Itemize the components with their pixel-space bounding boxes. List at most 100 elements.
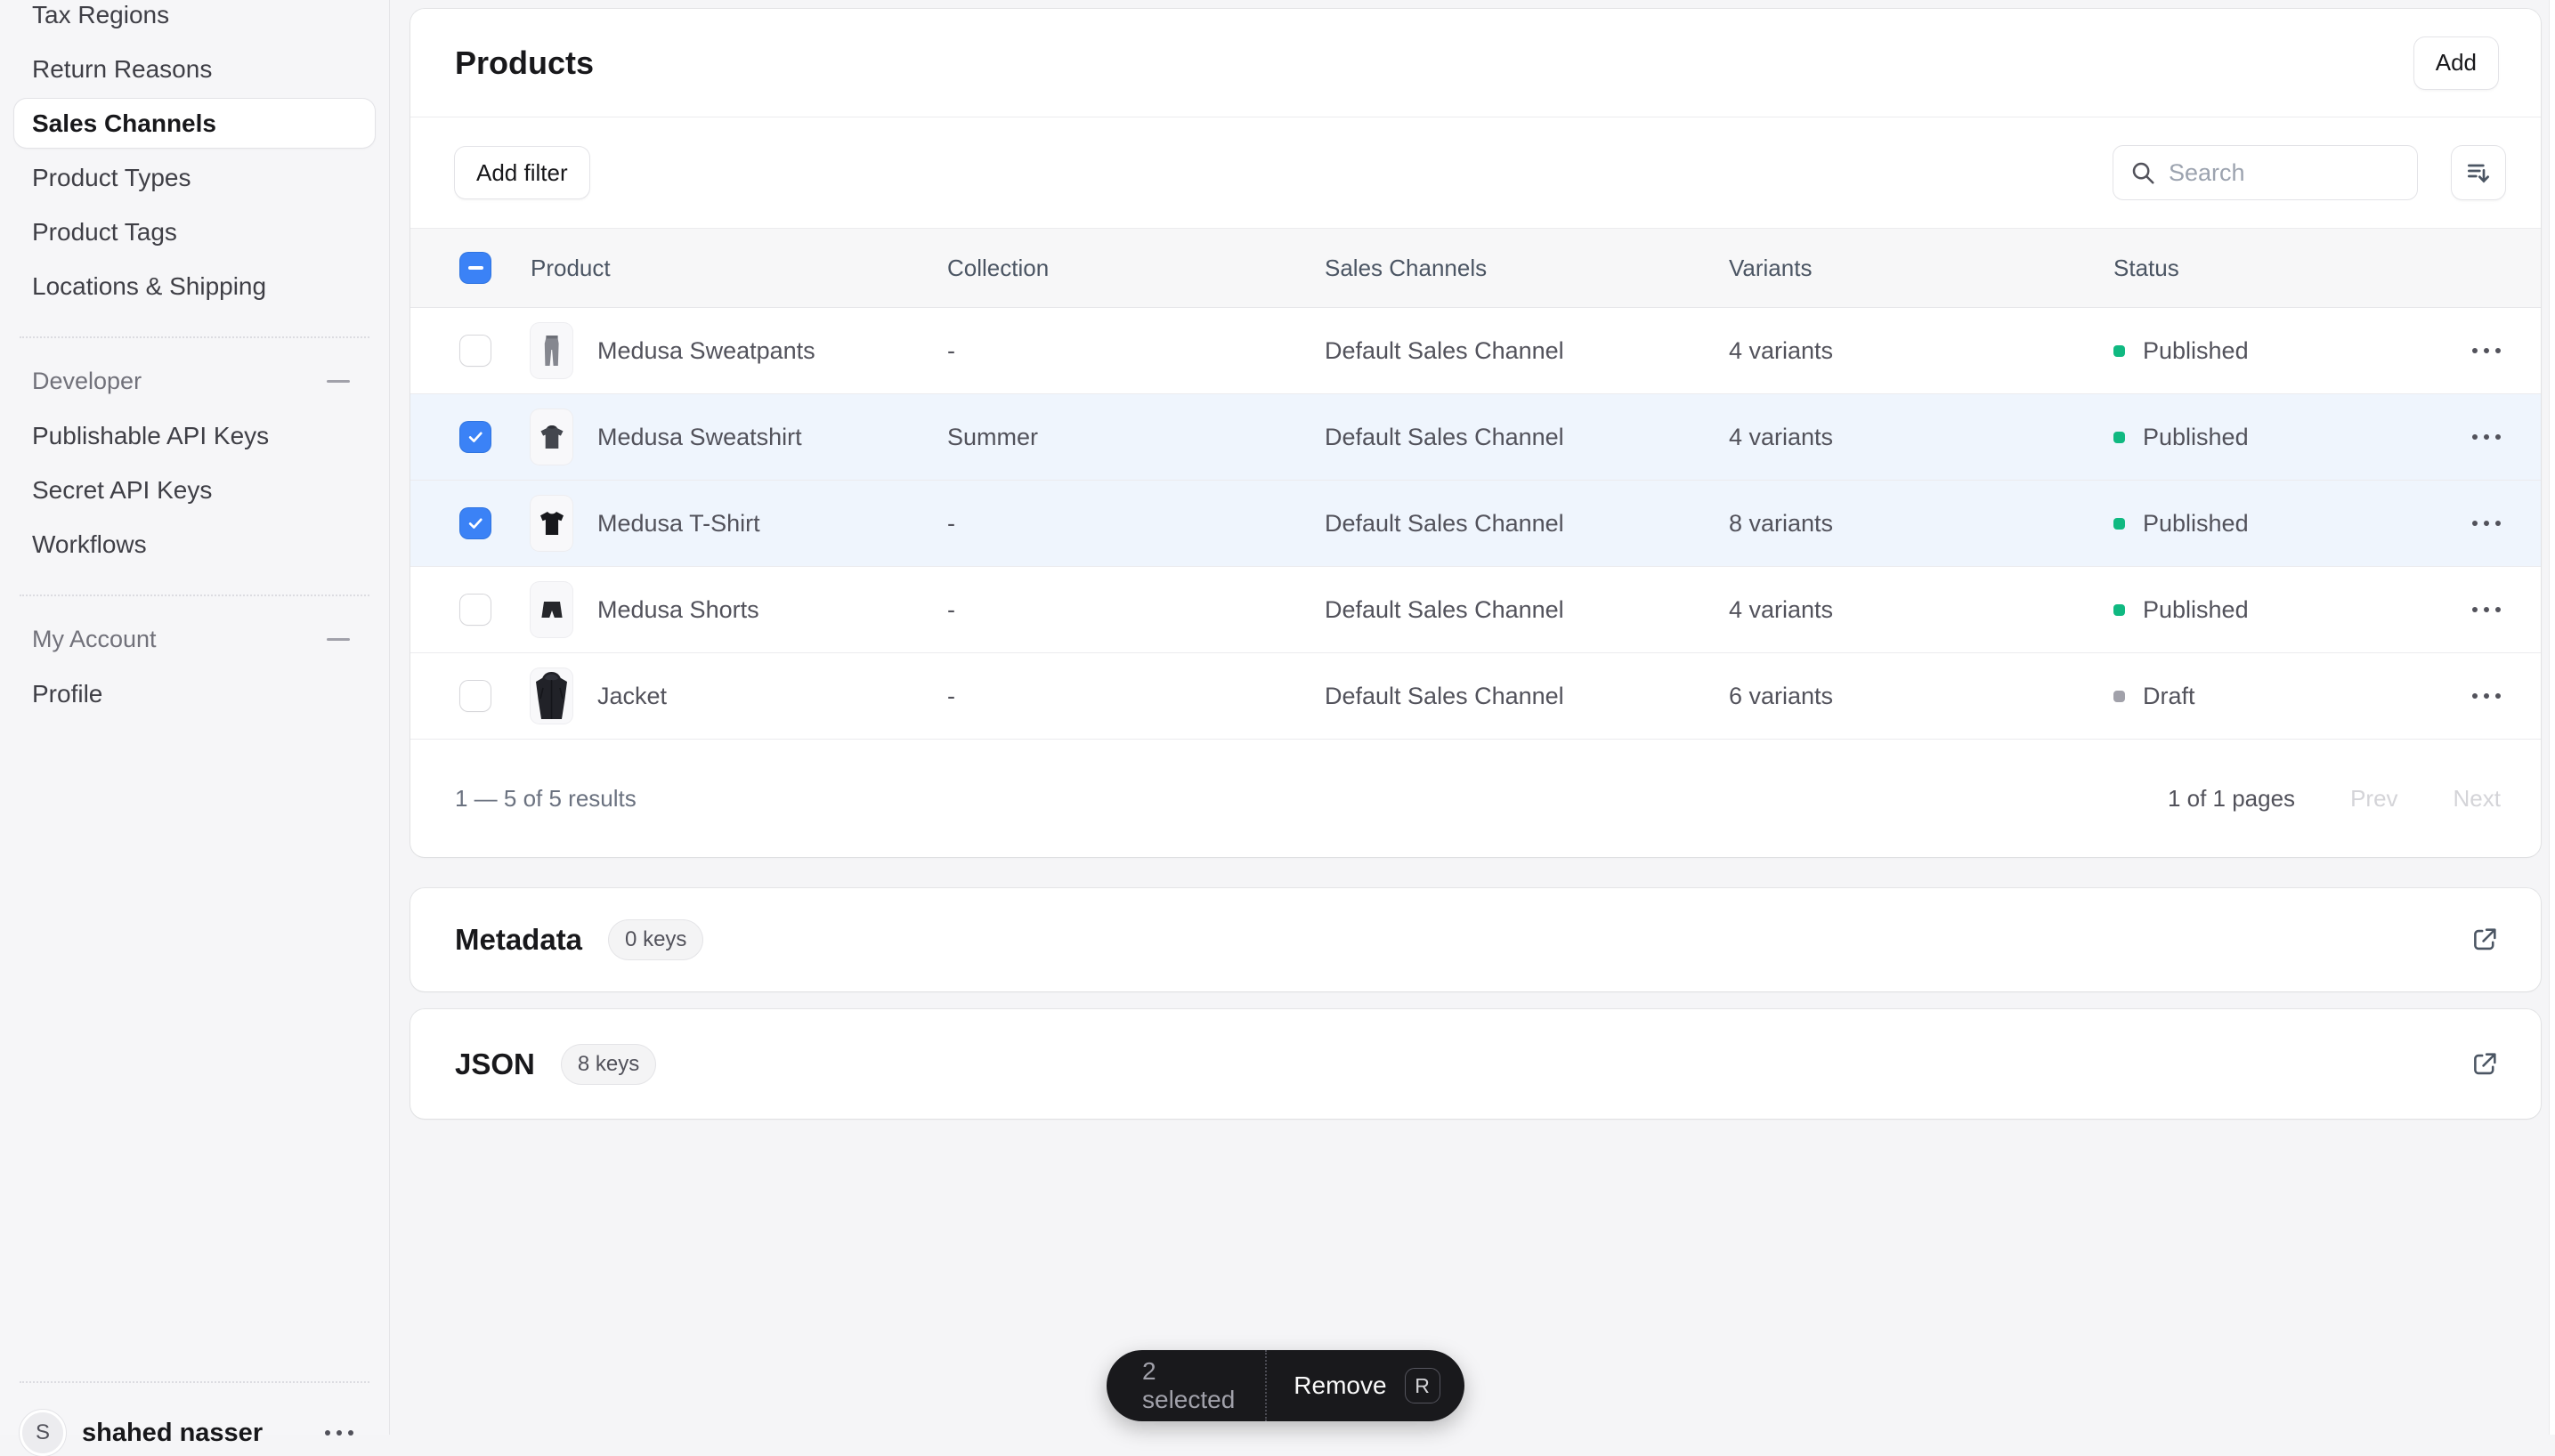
- add-product-button[interactable]: Add: [2414, 37, 2498, 89]
- add-filter-button[interactable]: Add filter: [455, 147, 589, 198]
- sidebar-section-my-account: My Account Profile: [0, 612, 389, 721]
- product-name: Medusa Shorts: [597, 596, 759, 624]
- search-input[interactable]: [2169, 159, 2401, 187]
- sidebar-section-developer: Developer Publishable API KeysSecret API…: [0, 354, 389, 571]
- sidebar-section-items-my-account: Profile: [0, 667, 389, 721]
- collection-cell: -: [947, 337, 1325, 365]
- ellipsis-icon: [2472, 434, 2501, 440]
- selection-bar: 2 selected Remove R: [1107, 1350, 1464, 1421]
- product-thumbnail: [531, 323, 572, 378]
- table-row[interactable]: Jacket - Default Sales Channel 6 variant…: [410, 653, 2541, 740]
- sidebar-item-workflows[interactable]: Workflows: [0, 517, 389, 571]
- sort-button[interactable]: [2452, 146, 2505, 199]
- variants-cell: 4 variants: [1729, 337, 2113, 365]
- collection-cell: Summer: [947, 424, 1325, 451]
- sweatpants-image: [540, 335, 564, 367]
- sort-descending-icon: [2464, 158, 2493, 187]
- column-header-sales-channels: Sales Channels: [1325, 255, 1729, 282]
- product-thumbnail: [531, 668, 572, 724]
- sidebar-item-product-types[interactable]: Product Types: [0, 150, 389, 205]
- status-label: Published: [2143, 510, 2249, 538]
- column-header-status: Status: [2113, 255, 2403, 282]
- scrollbar-track[interactable]: [2549, 0, 2555, 1435]
- product-thumbnail: [531, 409, 572, 465]
- json-keys-badge: 8 keys: [562, 1045, 655, 1084]
- ellipsis-icon: [2472, 348, 2501, 353]
- sidebar-section-items-developer: Publishable API KeysSecret API KeysWorkf…: [0, 408, 389, 571]
- app-root: Tax RegionsReturn ReasonsSales ChannelsP…: [0, 0, 2555, 1435]
- sidebar-item-secret-api-keys[interactable]: Secret API Keys: [0, 463, 389, 517]
- shortcut-key-badge: R: [1405, 1368, 1440, 1403]
- search-box[interactable]: [2113, 146, 2417, 199]
- sidebar-section-header-my-account[interactable]: My Account: [0, 612, 389, 667]
- collapse-minus-icon[interactable]: [327, 380, 350, 383]
- sidebar-item-tax-regions[interactable]: Tax Regions: [0, 0, 389, 42]
- user-name: shahed nasser: [82, 1419, 325, 1448]
- sidebar-item-sales-channels[interactable]: Sales Channels: [14, 99, 375, 148]
- json-view-button[interactable]: [2470, 1049, 2500, 1080]
- main-content: Products Add Add filter Produ: [390, 0, 2549, 1435]
- product-name: Medusa Sweatpants: [597, 337, 815, 365]
- json-title: JSON: [455, 1048, 535, 1081]
- metadata-keys-badge: 0 keys: [609, 920, 702, 959]
- remove-button[interactable]: Remove R: [1267, 1350, 1464, 1421]
- user-menu[interactable]: S shahed nasser: [0, 1410, 389, 1456]
- status-label: Published: [2143, 596, 2249, 624]
- variants-cell: 4 variants: [1729, 596, 2113, 624]
- status-dot: [2113, 604, 2125, 616]
- table-row[interactable]: Medusa T-Shirt - Default Sales Channel 8…: [410, 481, 2541, 567]
- select-all-checkbox[interactable]: [460, 253, 491, 283]
- row-actions-button[interactable]: [2403, 693, 2501, 699]
- pagination: 1 — 5 of 5 results 1 of 1 pages Prev Nex…: [410, 740, 2541, 857]
- section-label: Developer: [32, 368, 142, 395]
- sidebar-item-product-tags[interactable]: Product Tags: [0, 205, 389, 259]
- page-indicator: 1 of 1 pages: [2168, 785, 2295, 813]
- row-actions-button[interactable]: [2403, 434, 2501, 440]
- metadata-title: Metadata: [455, 923, 582, 957]
- row-checkbox[interactable]: [460, 422, 491, 452]
- sidebar: Tax RegionsReturn ReasonsSales ChannelsP…: [0, 0, 390, 1435]
- product-name: Medusa Sweatshirt: [597, 424, 802, 451]
- avatar: S: [20, 1410, 66, 1456]
- sidebar-divider: [20, 336, 369, 338]
- product-name: Medusa T-Shirt: [597, 510, 760, 538]
- row-actions-button[interactable]: [2403, 521, 2501, 526]
- sidebar-item-profile[interactable]: Profile: [0, 667, 389, 721]
- sidebar-item-return-reasons[interactable]: Return Reasons: [0, 42, 389, 96]
- row-checkbox[interactable]: [460, 681, 491, 711]
- sidebar-item-locations-shipping[interactable]: Locations & Shipping: [0, 259, 389, 313]
- column-header-collection: Collection: [947, 255, 1325, 282]
- sidebar-item-publishable-api-keys[interactable]: Publishable API Keys: [0, 408, 389, 463]
- collection-cell: -: [947, 510, 1325, 538]
- external-link-icon: [2470, 1049, 2500, 1080]
- products-card-header: Products Add: [410, 9, 2541, 117]
- metadata-edit-button[interactable]: [2470, 925, 2500, 955]
- row-checkbox[interactable]: [460, 595, 491, 625]
- filter-right-group: [2113, 146, 2505, 199]
- ellipsis-icon: [2472, 607, 2501, 612]
- table-row[interactable]: Medusa Shorts - Default Sales Channel 4 …: [410, 567, 2541, 653]
- table-row[interactable]: Medusa Sweatshirt Summer Default Sales C…: [410, 394, 2541, 481]
- next-page-button[interactable]: Next: [2454, 785, 2501, 813]
- sidebar-section-header-developer[interactable]: Developer: [0, 354, 389, 408]
- status-label: Published: [2143, 424, 2249, 451]
- sales-channel-cell: Default Sales Channel: [1325, 596, 1729, 624]
- row-checkbox[interactable]: [460, 508, 491, 538]
- user-menu-ellipsis-icon[interactable]: [325, 1430, 353, 1436]
- prev-page-button[interactable]: Prev: [2350, 785, 2397, 813]
- collection-cell: -: [947, 683, 1325, 710]
- product-name: Jacket: [597, 683, 667, 710]
- status-dot: [2113, 345, 2125, 357]
- row-actions-button[interactable]: [2403, 607, 2501, 612]
- variants-cell: 8 variants: [1729, 510, 2113, 538]
- section-label: My Account: [32, 626, 157, 653]
- column-header-variants: Variants: [1729, 255, 2113, 282]
- ellipsis-icon: [2472, 693, 2501, 699]
- row-actions-button[interactable]: [2403, 348, 2501, 353]
- status-dot: [2113, 432, 2125, 443]
- table-row[interactable]: Medusa Sweatpants - Default Sales Channe…: [410, 308, 2541, 394]
- collapse-minus-icon[interactable]: [327, 638, 350, 641]
- row-checkbox[interactable]: [460, 336, 491, 366]
- variants-cell: 4 variants: [1729, 424, 2113, 451]
- page-title: Products: [455, 44, 594, 82]
